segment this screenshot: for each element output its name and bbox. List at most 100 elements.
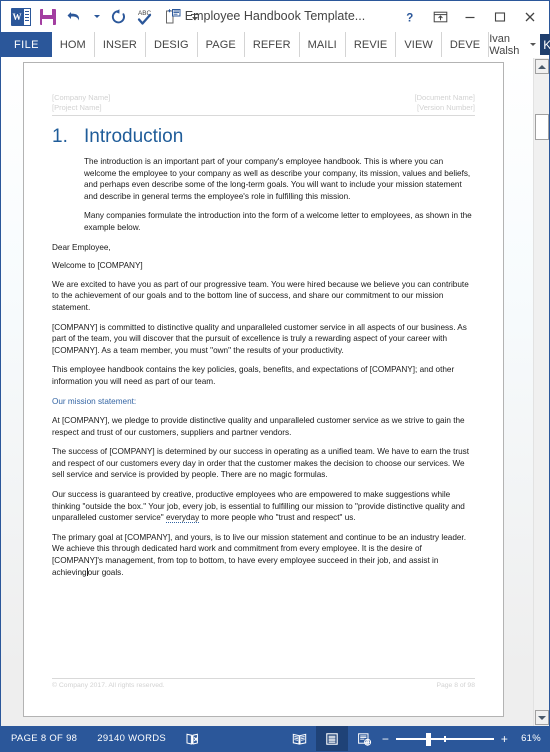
zoom-out-button[interactable]: − <box>381 733 390 745</box>
page-content: [Company Name] [Project Name] [Document … <box>24 63 503 716</box>
proofing-errors-button[interactable] <box>176 726 209 751</box>
scrollbar-thumb[interactable] <box>535 114 549 140</box>
close-button[interactable] <box>515 4 545 30</box>
maximize-button[interactable] <box>485 4 515 30</box>
word-count-indicator[interactable]: 29140 WORDS <box>87 726 176 751</box>
zoom-slider-thumb[interactable] <box>426 732 431 746</box>
tab-insert[interactable]: INSER <box>95 32 146 57</box>
ribbon-display-options-button[interactable] <box>425 4 455 30</box>
customize-quick-access-toolbar-button[interactable] <box>186 4 203 29</box>
tab-developer[interactable]: DEVE <box>442 32 490 57</box>
tab-mailings[interactable]: MAILI <box>300 32 346 57</box>
tab-references[interactable]: REFER <box>245 32 300 57</box>
user-name-label[interactable]: Ivan Walsh <box>489 33 526 57</box>
zoom-slider[interactable] <box>396 732 494 746</box>
misspelled-word: everyday <box>165 513 200 524</box>
success-paragraph-part-b: to more people who "trust and respect" u… <box>199 513 356 523</box>
document-canvas[interactable]: [Company Name] [Project Name] [Document … <box>1 58 533 726</box>
letter-welcome-line: Welcome to [COMPANY] <box>52 261 143 271</box>
title-bar: W ABC Employee Handbook Template... ? <box>1 1 549 32</box>
header-divider <box>52 115 475 116</box>
print-layout-button[interactable] <box>316 726 348 751</box>
document-footer: © Company 2017. All rights reserved. Pag… <box>52 678 475 690</box>
web-layout-button[interactable] <box>348 726 381 751</box>
user-account-area: Ivan Walsh K <box>489 32 550 57</box>
redo-circular-arrow-icon <box>111 8 125 23</box>
ribbon-tab-bar: FILE HOM INSER DESIG PAGE REFER MAILI RE… <box>1 32 550 58</box>
header-company-name: [Company Name] <box>52 93 111 102</box>
vertical-scrollbar[interactable] <box>533 58 549 726</box>
page-indicator[interactable]: PAGE 8 OF 98 <box>1 726 87 751</box>
heading-text: Introduction <box>84 126 184 147</box>
read-mode-button[interactable] <box>283 726 316 751</box>
undo-icon <box>67 12 80 21</box>
final-paragraph: The primary goal at [COMPANY], and yours… <box>52 532 475 578</box>
print-preview-icon <box>165 9 180 24</box>
web-layout-icon <box>358 732 372 746</box>
spell-check-icon: ABC <box>137 10 151 25</box>
overflow-chevron-icon <box>190 13 199 20</box>
help-button[interactable]: ? <box>395 4 425 30</box>
tab-review[interactable]: REVIE <box>346 32 397 57</box>
svg-text:?: ? <box>406 12 413 24</box>
tab-view[interactable]: VIEW <box>396 32 442 57</box>
intro-block: The introduction is an important part of… <box>52 156 475 234</box>
read-mode-icon <box>292 733 307 745</box>
header-version-number: [Version Number] <box>417 103 475 112</box>
tab-design[interactable]: DESIG <box>146 32 198 57</box>
zoom-controls: − + 61% <box>381 732 549 746</box>
success-paragraph: Our success is guaranteed by creative, p… <box>52 489 475 524</box>
chevron-down-icon <box>93 15 100 18</box>
final-paragraph-part-b: our goals. <box>87 567 124 577</box>
quick-access-toolbar: W ABC <box>1 4 203 29</box>
letter-salutation: Dear Employee, <box>52 242 111 252</box>
intro-paragraph-2: Many companies formulate the introductio… <box>84 211 472 232</box>
word-window: W ABC Employee Handbook Template... ? FI… <box>0 0 550 752</box>
tab-file[interactable]: FILE <box>1 32 52 57</box>
undo-dropdown-button[interactable] <box>88 4 105 29</box>
spelling-grammar-button[interactable]: ABC <box>132 4 159 29</box>
chevron-down-icon <box>538 715 546 720</box>
avatar[interactable]: K <box>540 34 550 55</box>
tab-home[interactable]: HOM <box>52 32 95 57</box>
close-icon <box>525 12 535 21</box>
zoom-level-label[interactable]: 61% <box>515 733 541 744</box>
footer-divider <box>52 678 475 679</box>
letter-paragraph-3: This employee handbook contains the key … <box>52 365 455 386</box>
question-mark-icon: ? <box>406 12 413 24</box>
zoom-slider-midpoint <box>444 735 446 742</box>
save-icon <box>39 8 56 25</box>
chevron-down-icon[interactable] <box>530 43 537 46</box>
word-logo-icon: W <box>10 7 31 27</box>
page-title: 1. Introduction <box>52 126 475 148</box>
heading-number: 1. <box>52 126 68 147</box>
chevron-up-icon <box>538 64 546 69</box>
maximize-icon <box>494 11 506 22</box>
document-page[interactable]: [Company Name] [Project Name] [Document … <box>23 62 504 717</box>
redo-button[interactable] <box>105 4 132 29</box>
footer-page-number: Page 8 of 98 <box>436 682 475 689</box>
letter-paragraph-1: We are excited to have you as part of ou… <box>52 279 469 312</box>
mission-statement-label: Our mission statement: <box>52 396 137 406</box>
mission-paragraph-2: The success of [COMPANY] is determined b… <box>52 447 470 480</box>
letter-paragraph-2: [COMPANY] is committed to distinctive qu… <box>52 322 467 355</box>
workspace: [Company Name] [Project Name] [Document … <box>1 58 549 726</box>
header-project-name: [Project Name] <box>52 103 102 112</box>
ribbon-display-icon <box>433 11 447 22</box>
save-button[interactable] <box>34 4 61 29</box>
minimize-icon <box>465 16 475 18</box>
tab-page-layout[interactable]: PAGE <box>198 32 245 57</box>
footer-copyright: © Company 2017. All rights reserved. <box>52 682 165 689</box>
window-controls: ? <box>395 4 549 30</box>
zoom-in-button[interactable]: + <box>500 733 509 745</box>
print-layout-icon <box>326 732 338 745</box>
status-bar: PAGE 8 OF 98 29140 WORDS − + 61% <box>1 726 549 751</box>
minimize-button[interactable] <box>455 4 485 30</box>
undo-button[interactable] <box>61 4 88 29</box>
scroll-up-button[interactable] <box>535 59 549 74</box>
header-document-name: [Document Name] <box>414 93 475 102</box>
print-preview-button[interactable] <box>159 4 186 29</box>
proofing-errors-icon <box>186 733 199 745</box>
scroll-down-button[interactable] <box>535 710 549 725</box>
word-app-icon[interactable]: W <box>7 4 34 29</box>
